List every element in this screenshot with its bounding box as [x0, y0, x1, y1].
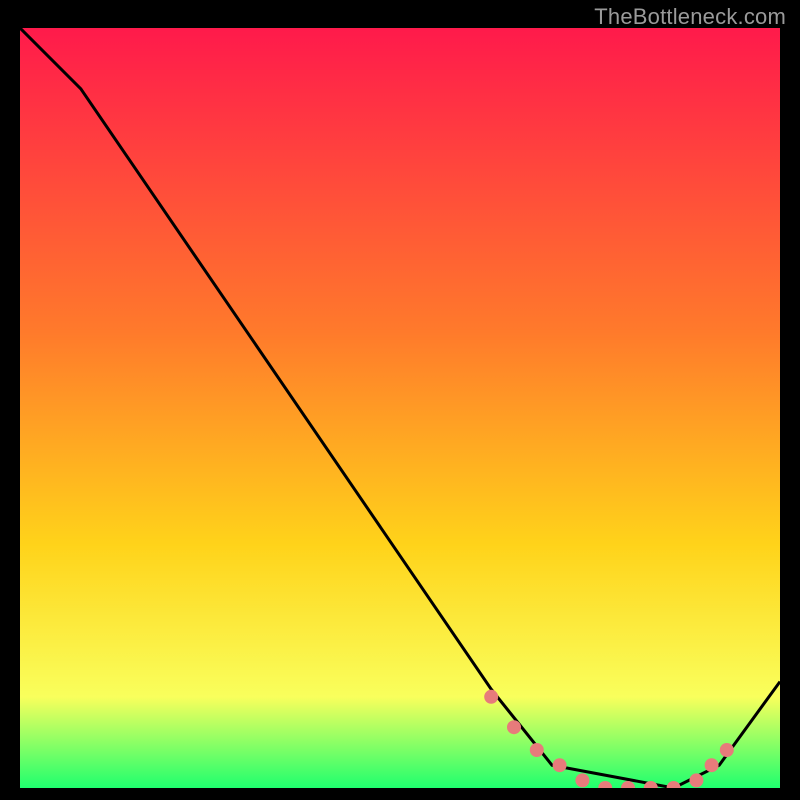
optimal-dot	[553, 758, 567, 772]
gradient-background	[20, 28, 780, 788]
chart-stage: TheBottleneck.com	[0, 0, 800, 800]
attribution-text: TheBottleneck.com	[594, 4, 786, 30]
optimal-dot	[720, 743, 734, 757]
optimal-dot	[575, 773, 589, 787]
optimal-dot	[484, 690, 498, 704]
optimal-dot	[530, 743, 544, 757]
bottleneck-chart	[20, 28, 780, 788]
optimal-dot	[507, 720, 521, 734]
optimal-dot	[705, 758, 719, 772]
optimal-dot	[689, 773, 703, 787]
chart-svg	[20, 28, 780, 788]
